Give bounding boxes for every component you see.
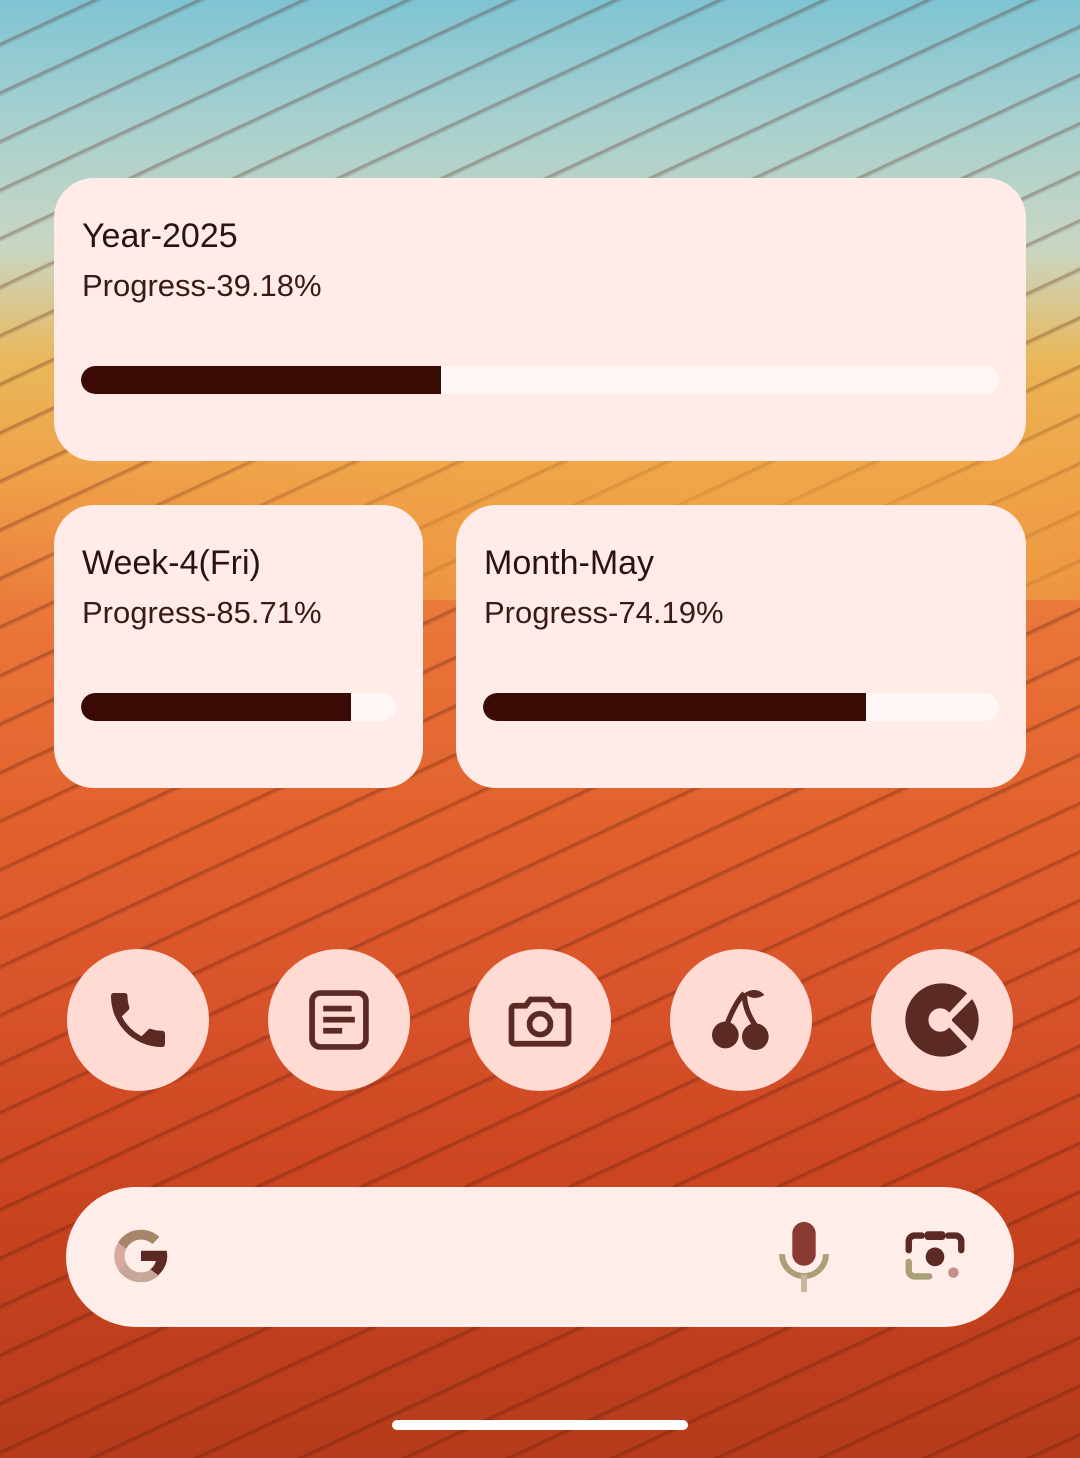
camera-icon [508,996,572,1047]
month-progress-label: Progress-74.19% [484,595,724,630]
week-title: Week-4(Fri) [82,544,261,582]
gesture-navigation-handle[interactable] [392,1420,688,1430]
notes-app[interactable] [268,949,410,1091]
phone-app[interactable] [67,949,209,1091]
month-progress-bar [483,693,999,721]
month-progress-widget[interactable]: Month-May Progress-74.19% [456,505,1026,788]
cherry-icon [712,989,769,1050]
google-search-bar[interactable] [66,1187,1014,1327]
month-title: Month-May [484,544,655,582]
notes-icon [309,990,369,1050]
week-progress-bar [81,693,396,721]
camera-app[interactable] [469,949,611,1091]
cherry-app[interactable] [670,949,812,1091]
year-title: Year-2025 [82,217,238,255]
app-dock [0,949,1080,1091]
year-progress-widget[interactable]: Year-2025 Progress-39.18% [54,178,1026,461]
app-logo-button[interactable] [871,949,1013,1091]
phone-icon [111,993,165,1047]
year-progress-fill [81,366,441,394]
app-logo-icon [905,983,979,1057]
week-progress-label: Progress-85.71% [82,595,322,630]
microphone-icon[interactable] [774,1219,834,1295]
google-g-icon [114,1229,168,1283]
year-progress-bar [81,366,999,394]
week-progress-widget[interactable]: Week-4(Fri) Progress-85.71% [54,505,423,788]
year-progress-label: Progress-39.18% [82,268,322,303]
week-progress-fill [81,693,351,721]
lens-icon[interactable] [900,1221,970,1291]
month-progress-fill [483,693,866,721]
